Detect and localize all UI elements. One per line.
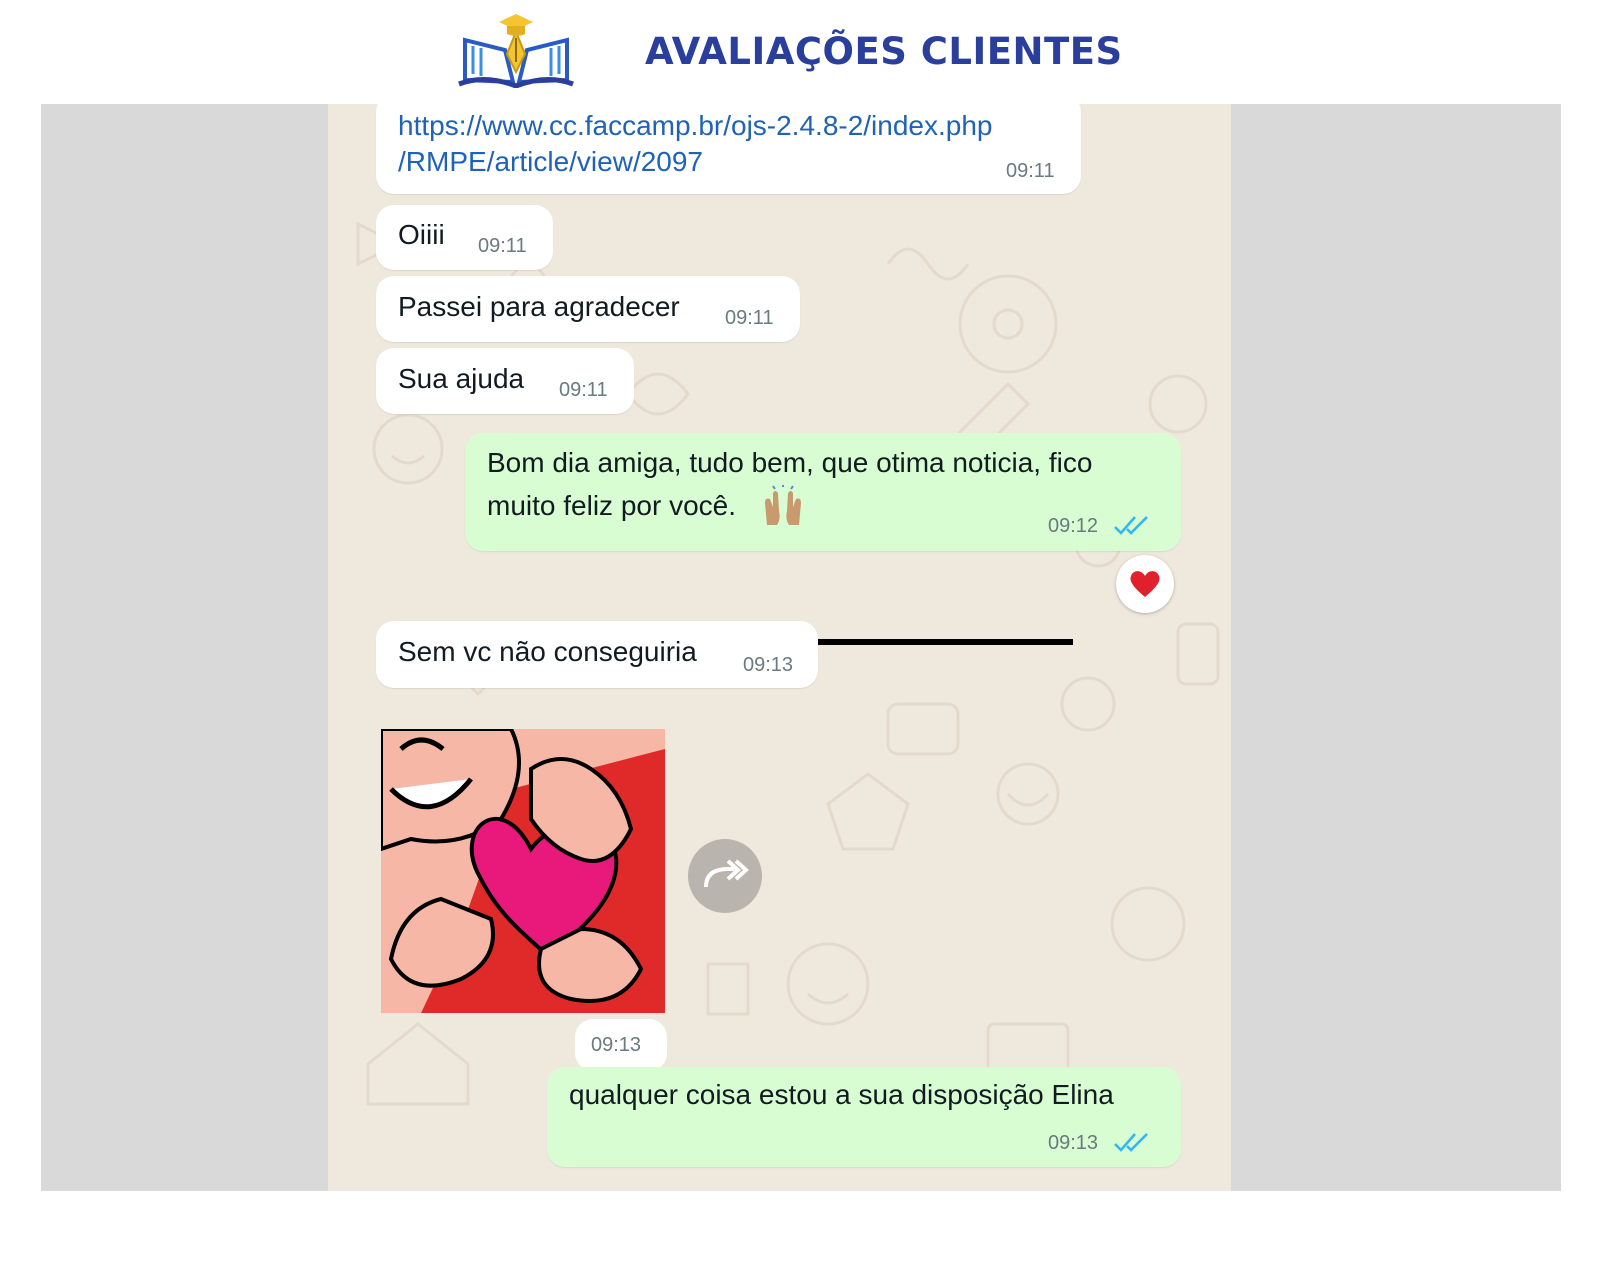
screenshot-frame: https://www.cc.faccamp.br/ojs-2.4.8-2/in… bbox=[41, 104, 1561, 1191]
page-header: AVALIAÇÕES CLIENTES bbox=[0, 0, 1600, 102]
message-text: Oiiii bbox=[398, 219, 445, 250]
message-time: 09:13 bbox=[743, 654, 794, 676]
reaction-badge[interactable] bbox=[1116, 555, 1174, 613]
message-time: 09:11 bbox=[1006, 160, 1055, 182]
message-bubble-incoming[interactable]: Oiiii 09:11 bbox=[376, 205, 553, 270]
message-text: Sua ajuda bbox=[398, 363, 525, 394]
message-time: 09:12 bbox=[1048, 515, 1099, 537]
message-time: 09:11 bbox=[559, 379, 608, 401]
message-bubble-incoming[interactable]: Sua ajuda 09:11 bbox=[376, 348, 634, 414]
message-text: Passei para agradecer bbox=[398, 291, 680, 322]
read-receipt-icon bbox=[1114, 516, 1148, 535]
link-line-2: /RMPE/article/view/2097 bbox=[398, 146, 704, 177]
message-text-line-1: Bom dia amiga, tudo bem, que otima notic… bbox=[487, 447, 1093, 478]
message-bubble-outgoing[interactable]: qualquer coisa estou a sua disposição El… bbox=[547, 1067, 1181, 1167]
link-line-1: https://www.cc.faccamp.br/ojs-2.4.8-2/in… bbox=[398, 110, 993, 141]
red-heart-icon bbox=[1130, 571, 1160, 597]
heart-hands-sticker[interactable] bbox=[381, 729, 665, 1013]
article-link[interactable]: https://www.cc.faccamp.br/ojs-2.4.8-2/in… bbox=[398, 108, 993, 180]
message-text-line-2: muito feliz por você. bbox=[487, 490, 736, 521]
message-bubble-incoming[interactable]: https://www.cc.faccamp.br/ojs-2.4.8-2/in… bbox=[376, 104, 1081, 194]
chat-window[interactable]: https://www.cc.faccamp.br/ojs-2.4.8-2/in… bbox=[328, 104, 1231, 1191]
message-time: 09:13 bbox=[1048, 1132, 1099, 1154]
message-time: 09:11 bbox=[478, 235, 527, 257]
message-bubble-incoming[interactable]: Passei para agradecer 09:11 bbox=[376, 276, 800, 342]
page-title: AVALIAÇÕES CLIENTES bbox=[645, 30, 1123, 73]
message-text: qualquer coisa estou a sua disposição El… bbox=[569, 1079, 1114, 1110]
message-time: 09:13 bbox=[591, 1034, 642, 1056]
message-bubble-outgoing[interactable]: Bom dia amiga, tudo bem, que otima notic… bbox=[465, 433, 1181, 551]
book-pen-graduation-logo-icon bbox=[458, 14, 574, 88]
read-receipt-icon bbox=[1114, 1133, 1148, 1152]
sticker-time-badge: 09:13 bbox=[575, 1019, 667, 1071]
message-bubble-incoming[interactable]: Sem vc não conseguiria 09:13 bbox=[376, 621, 818, 688]
message-time: 09:11 bbox=[725, 307, 774, 329]
sticker-image bbox=[381, 729, 665, 1013]
message-text: Sem vc não conseguiria bbox=[398, 636, 697, 667]
forward-button[interactable] bbox=[688, 839, 762, 913]
forward-icon bbox=[704, 859, 749, 888]
raising-hands-icon bbox=[765, 485, 801, 525]
